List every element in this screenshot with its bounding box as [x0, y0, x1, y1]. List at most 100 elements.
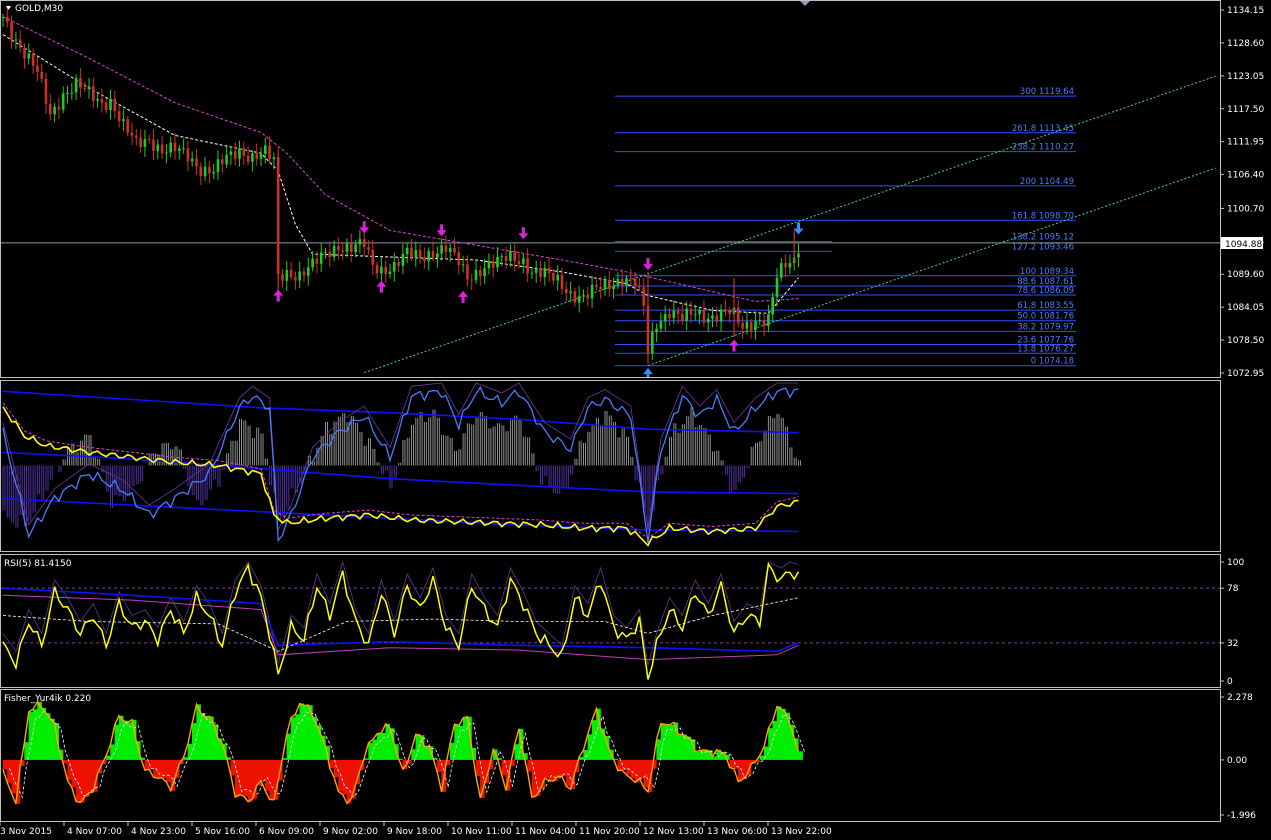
fisher-bar: [639, 759, 644, 779]
candle-body: [375, 264, 379, 274]
fisher-bar: [566, 759, 571, 787]
candle-body: [242, 148, 246, 156]
svg-text:1094.88: 1094.88: [1225, 240, 1262, 250]
candle-body: [104, 102, 108, 111]
fisher-bar: [235, 759, 240, 798]
time-tick-label: 13 Nov 06:00: [707, 827, 768, 837]
candle-body: [517, 261, 521, 265]
candle-body: [285, 269, 289, 281]
candle-body: [616, 278, 620, 286]
candle-body: [698, 310, 701, 315]
candle-body: [681, 313, 684, 321]
candle-body: [332, 246, 336, 258]
candle-body: [96, 99, 99, 101]
candle-body: [629, 278, 633, 280]
candle-body: [238, 148, 241, 159]
fisher-bar: [166, 759, 171, 782]
fisher-bar: [247, 759, 253, 802]
price-tick-label: 1100.70: [1227, 204, 1264, 214]
candle-body: [79, 78, 82, 88]
candle-body: [57, 106, 61, 110]
candle-body: [160, 144, 164, 154]
candle-body: [620, 278, 624, 286]
time-tick-label: 11 Nov 04:00: [515, 827, 576, 837]
candle-body: [135, 135, 138, 138]
fisher-bar: [110, 744, 115, 760]
symbol-label: GOLD,M30: [15, 4, 63, 14]
candle-body: [186, 148, 190, 162]
trading-terminal: 300 1119.64261.8 1113.45238.2 1110.27200…: [0, 0, 1271, 840]
candle-body: [440, 245, 443, 254]
candle-body: [233, 151, 237, 159]
time-tick-label: 4 Nov 23:00: [131, 827, 186, 837]
fisher-bar: [656, 739, 661, 760]
fisher-bar: [45, 713, 51, 760]
candle-body: [500, 256, 504, 258]
fisher-bar: [67, 759, 72, 781]
candle-body: [569, 291, 572, 294]
fisher-bar: [41, 707, 47, 760]
candle-body: [14, 39, 18, 41]
candle-body: [1, 16, 5, 18]
fisher-bar: [686, 736, 692, 760]
candle-body: [689, 308, 693, 315]
price-tick-label: 1106.40: [1227, 171, 1264, 181]
candle-body: [122, 119, 125, 122]
candle-body: [66, 92, 69, 94]
fisher-bar: [106, 755, 111, 760]
candle-body: [784, 263, 787, 268]
fisher-bar: [299, 703, 305, 760]
candle-body: [281, 274, 284, 281]
candle-body: [6, 16, 9, 23]
fisher-bar: [269, 759, 274, 800]
candle-body: [126, 119, 129, 133]
fisher-tick-label: -1.996: [1227, 811, 1256, 821]
fisher-bar: [626, 759, 631, 775]
candle-body: [354, 244, 357, 253]
candle-body: [676, 310, 680, 314]
candle-body: [251, 153, 254, 162]
candle-body: [341, 250, 344, 252]
fisher-bar: [338, 759, 343, 792]
candle-body: [169, 142, 172, 153]
candle-body: [87, 86, 91, 89]
candle-body: [130, 132, 134, 136]
candle-body: [414, 250, 418, 258]
candle-body: [203, 166, 207, 177]
candle-body: [547, 267, 551, 273]
candle-body: [672, 310, 676, 319]
candle-body: [229, 151, 233, 155]
candle-body: [358, 239, 362, 245]
candle-body: [388, 271, 392, 275]
candle-body: [53, 106, 56, 115]
fisher-bar: [7, 759, 12, 783]
fisher-bar: [123, 720, 128, 760]
candle-body: [526, 258, 529, 274]
fisher-bar: [557, 759, 563, 777]
candle-body: [539, 269, 542, 278]
fisher-bar: [37, 701, 42, 760]
candle-body: [36, 65, 39, 72]
candle-body: [393, 262, 396, 272]
candle-body: [324, 251, 327, 253]
fisher-bar: [781, 708, 786, 760]
candle-body: [749, 321, 753, 331]
current-price-tag: 1094.88: [1221, 237, 1263, 250]
candle-body: [337, 246, 340, 251]
fisher-bar: [733, 759, 739, 769]
candle-body: [289, 269, 293, 278]
fisher-bar: [32, 709, 38, 760]
candle-body: [728, 311, 731, 315]
fisher-bar: [544, 759, 550, 779]
candle-body: [31, 53, 35, 66]
candle-body: [595, 284, 598, 287]
candle-body: [479, 270, 482, 277]
candle-body: [706, 318, 710, 323]
candle-body: [461, 264, 465, 266]
candle-body: [70, 92, 74, 94]
candle-body: [405, 247, 409, 254]
fib-level-label: 50.0 1081.76: [1017, 312, 1074, 322]
fisher-bar: [501, 759, 507, 776]
candle-body: [724, 309, 727, 312]
fisher-title: Fisher_Yur4ik 0.220: [4, 694, 91, 704]
